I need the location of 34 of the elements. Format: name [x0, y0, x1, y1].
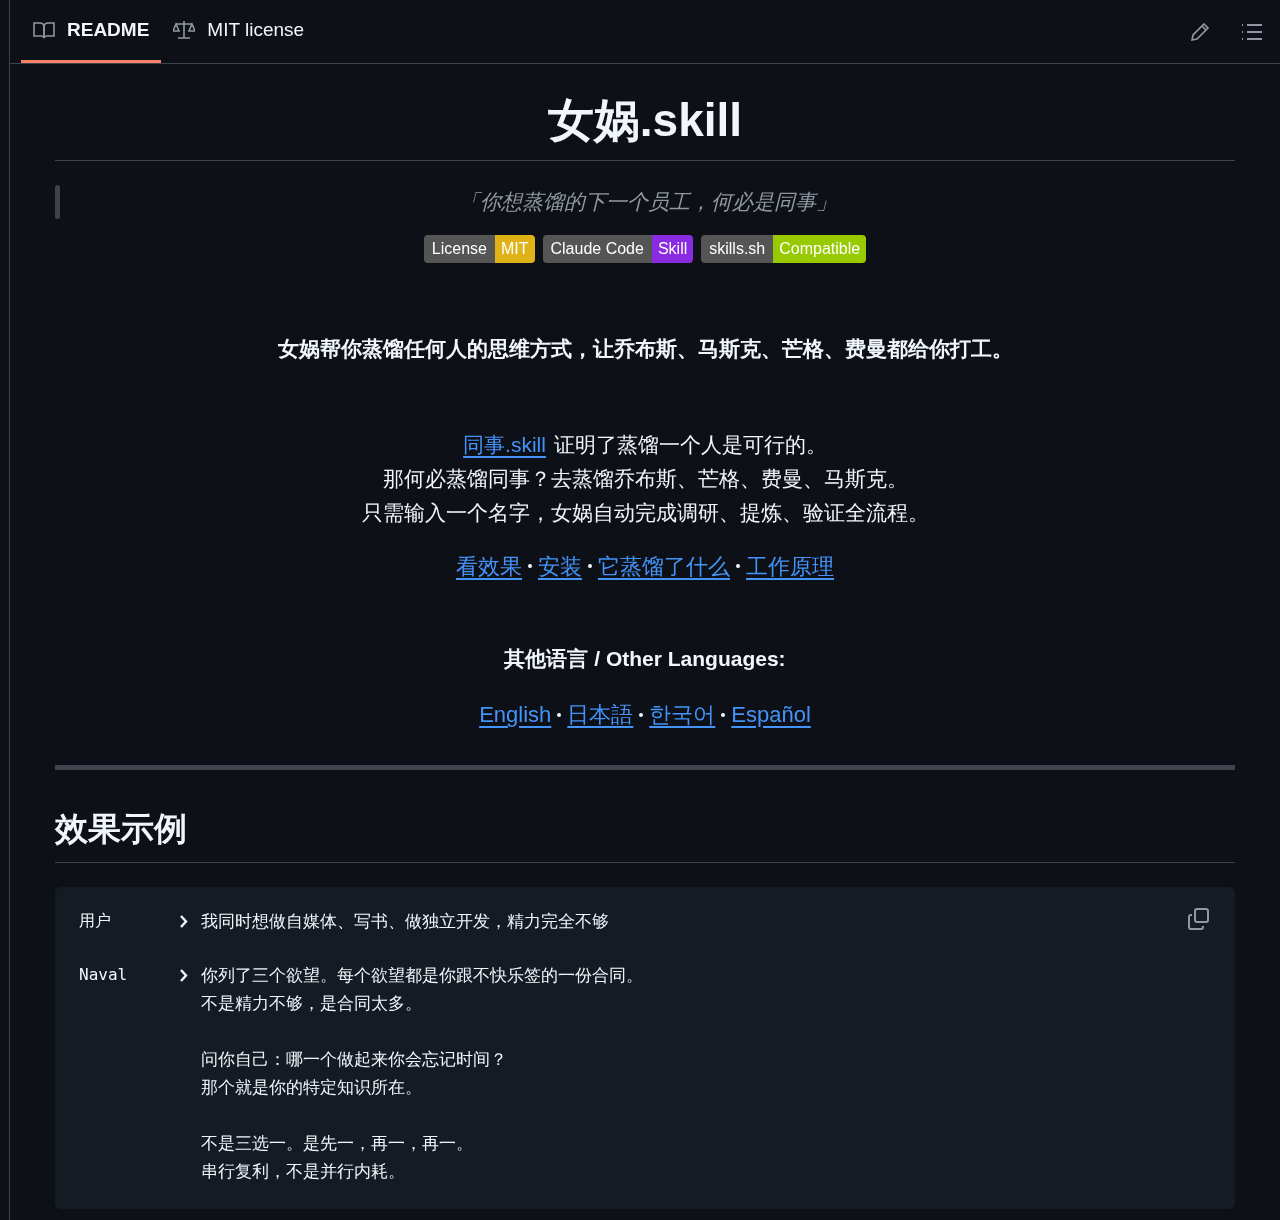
message-line: 串行复利，不是并行内耗。 — [201, 1159, 406, 1183]
link[interactable]: 同事.skill — [463, 427, 546, 462]
quote-text: 「你想蒸馏的下一个员工，何必是同事」 — [457, 189, 838, 216]
message-line: 那个就是你的特定知识所在。 — [201, 1075, 423, 1099]
message-line: 你列了三个欲望。每个欲望都是你跟不快乐签的一份合同。 — [201, 963, 643, 987]
message-line: 问你自己：哪一个做起来你会忘记时间？ — [201, 1047, 508, 1071]
quote-bar — [55, 185, 60, 219]
intro-text: 那何必蒸馏同事？去蒸馏乔布斯、芒格、费曼、马斯克。 — [382, 465, 908, 492]
link[interactable]: 한국어 — [649, 698, 716, 731]
link[interactable]: 工作原理 — [746, 549, 834, 583]
chevron-icon — [179, 968, 189, 982]
message-line: 我同时想做自媒体、写书、做独立开发，精力完全不够 — [201, 909, 609, 933]
message-line: 不是精力不够，是合同太多。 — [201, 991, 423, 1015]
message-line: 不是三选一。是先一，再一，再一。 — [201, 1131, 474, 1155]
tab[interactable]: README — [21, 0, 162, 63]
link[interactable]: 看效果 — [456, 549, 522, 583]
tagline: 女娲帮你蒸馏任何人的思维方式，让乔布斯、马斯克、芒格、费曼都给你打工。 — [276, 336, 1014, 362]
scale-icon — [173, 20, 196, 40]
readme-title: 女娲.skill — [55, 88, 1235, 161]
book-icon — [33, 21, 55, 39]
link[interactable]: English — [479, 698, 552, 731]
speaker-label: 用户 — [79, 909, 112, 932]
link[interactable]: 它蒸馏了什么 — [598, 549, 730, 583]
languages-heading: 其他语言 / Other Languages: — [503, 645, 787, 672]
link[interactable]: 日本語 — [567, 698, 634, 731]
intro-text: 只需输入一个名字，女娲自动完成调研、提炼、验证全流程。 — [361, 499, 929, 526]
link[interactable]: Español — [731, 698, 811, 731]
chevron-icon — [179, 914, 189, 928]
section-heading: 效果示例 — [55, 804, 1235, 863]
copy-icon[interactable] — [1187, 906, 1211, 931]
speaker-label: Naval — [79, 963, 129, 986]
intro-text: 证明了蒸馏一个人是可行的。 — [553, 431, 827, 458]
link[interactable]: 安装 — [538, 549, 582, 583]
tab[interactable]: MIT license — [161, 0, 317, 63]
